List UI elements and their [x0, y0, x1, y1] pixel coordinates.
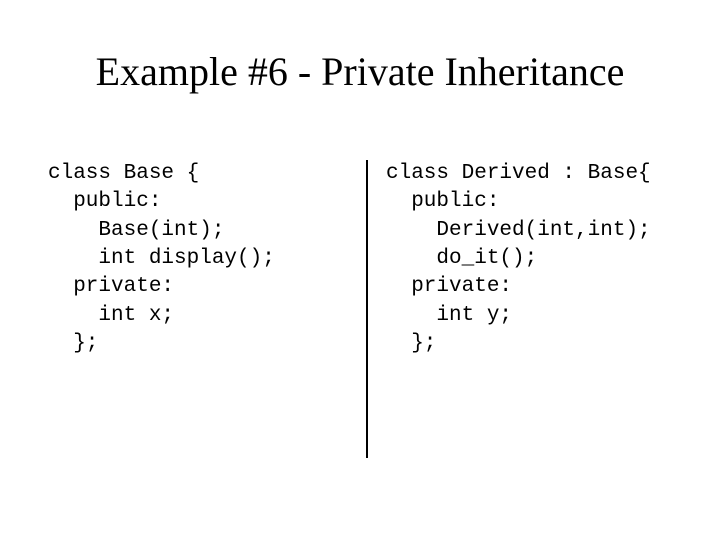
code-left: class Base { public: Base(int); int disp…	[48, 160, 366, 458]
code-right: class Derived : Base{ public: Derived(in…	[368, 160, 651, 458]
code-columns: class Base { public: Base(int); int disp…	[48, 160, 672, 458]
slide-title: Example #6 - Private Inheritance	[0, 48, 720, 95]
slide: Example #6 - Private Inheritance class B…	[0, 0, 720, 540]
